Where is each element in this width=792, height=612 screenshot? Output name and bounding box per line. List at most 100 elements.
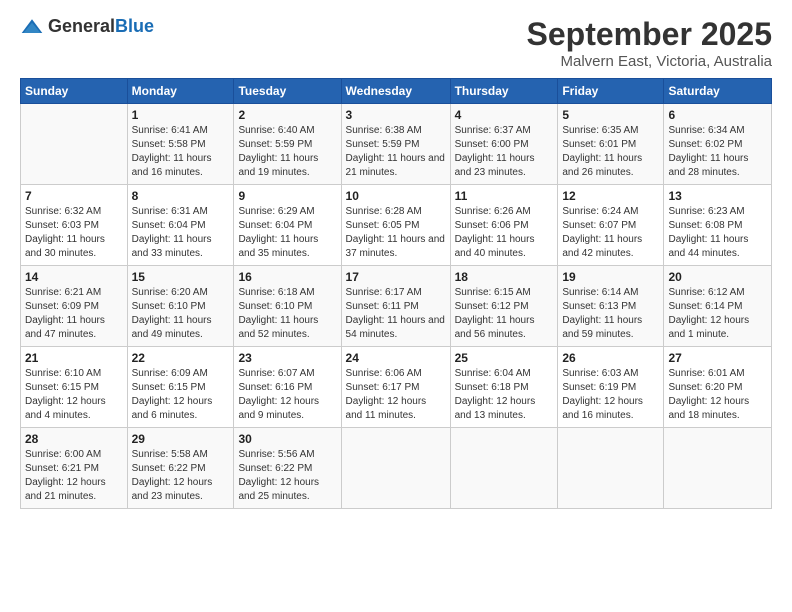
day-info: Sunrise: 6:40 AMSunset: 5:59 PMDaylight:… (238, 124, 336, 180)
day-info: Sunrise: 6:31 AMSunset: 6:04 PMDaylight:… (132, 205, 230, 261)
day-info: Sunrise: 6:03 AMSunset: 6:19 PMDaylight:… (562, 367, 659, 423)
day-info: Sunrise: 6:37 AMSunset: 6:00 PMDaylight:… (455, 124, 554, 180)
day-cell: 26 Sunrise: 6:03 AMSunset: 6:19 PMDayligh… (558, 347, 664, 428)
day-cell: 2 Sunrise: 6:40 AMSunset: 5:59 PMDaylight… (234, 104, 341, 185)
day-cell: 18 Sunrise: 6:15 AMSunset: 6:12 PMDayligh… (450, 266, 558, 347)
day-number: 23 (238, 351, 336, 365)
day-cell: 3Sunrise: 6:38 AMSunset: 5:59 PMDaylight… (341, 104, 450, 185)
day-cell: 28Sunrise: 6:00 AMSunset: 6:21 PMDayligh… (21, 428, 128, 509)
day-number: 27 (668, 351, 767, 365)
logo: GeneralBlue (20, 16, 154, 37)
day-number: 29 (132, 432, 230, 446)
day-info: Sunrise: 6:38 AMSunset: 5:59 PMDaylight:… (346, 124, 446, 180)
day-info: Sunrise: 6:23 AMSunset: 6:08 PMDaylight:… (668, 205, 767, 261)
week-row-0: 1 Sunrise: 6:41 AMSunset: 5:58 PMDaylight… (21, 104, 772, 185)
logo-general: General (48, 16, 115, 36)
day-cell: 5 Sunrise: 6:35 AMSunset: 6:01 PMDaylight… (558, 104, 664, 185)
day-number: 25 (455, 351, 554, 365)
day-cell: 19Sunrise: 6:14 AMSunset: 6:13 PMDayligh… (558, 266, 664, 347)
day-info: Sunrise: 6:35 AMSunset: 6:01 PMDaylight:… (562, 124, 659, 180)
logo-icon (20, 17, 44, 37)
day-cell: 15 Sunrise: 6:20 AMSunset: 6:10 PMDayligh… (127, 266, 234, 347)
day-cell: 12 Sunrise: 6:24 AMSunset: 6:07 PMDayligh… (558, 185, 664, 266)
day-cell: 16 Sunrise: 6:18 AMSunset: 6:10 PMDayligh… (234, 266, 341, 347)
day-cell: 25 Sunrise: 6:04 AMSunset: 6:18 PMDayligh… (450, 347, 558, 428)
weekday-row: SundayMondayTuesdayWednesdayThursdayFrid… (21, 79, 772, 104)
day-number: 15 (132, 270, 230, 284)
day-number: 4 (455, 108, 554, 122)
day-number: 12 (562, 189, 659, 203)
day-info: Sunrise: 6:15 AMSunset: 6:12 PMDaylight:… (455, 286, 554, 342)
day-info: Sunrise: 6:21 AMSunset: 6:09 PMDaylight:… (25, 286, 123, 342)
day-info: Sunrise: 6:32 AMSunset: 6:03 PMDaylight:… (25, 205, 123, 261)
day-cell: 13 Sunrise: 6:23 AMSunset: 6:08 PMDayligh… (664, 185, 772, 266)
day-cell: 1 Sunrise: 6:41 AMSunset: 5:58 PMDaylight… (127, 104, 234, 185)
day-number: 18 (455, 270, 554, 284)
day-number: 14 (25, 270, 123, 284)
weekday-header-thursday: Thursday (450, 79, 558, 104)
weekday-header-friday: Friday (558, 79, 664, 104)
day-cell: 17 Sunrise: 6:17 AMSunset: 6:11 PMDayligh… (341, 266, 450, 347)
day-cell: 8 Sunrise: 6:31 AMSunset: 6:04 PMDaylight… (127, 185, 234, 266)
day-info: Sunrise: 6:26 AMSunset: 6:06 PMDaylight:… (455, 205, 554, 261)
weekday-header-saturday: Saturday (664, 79, 772, 104)
day-cell (21, 104, 128, 185)
day-info: Sunrise: 6:24 AMSunset: 6:07 PMDaylight:… (562, 205, 659, 261)
day-info: Sunrise: 6:10 AMSunset: 6:15 PMDaylight:… (25, 367, 123, 423)
day-number: 7 (25, 189, 123, 203)
day-info: Sunrise: 6:12 AMSunset: 6:14 PMDaylight:… (668, 286, 767, 342)
day-cell: 14 Sunrise: 6:21 AMSunset: 6:09 PMDayligh… (21, 266, 128, 347)
week-row-3: 21Sunrise: 6:10 AMSunset: 6:15 PMDayligh… (21, 347, 772, 428)
calendar-body: 1 Sunrise: 6:41 AMSunset: 5:58 PMDaylight… (21, 104, 772, 509)
day-number: 1 (132, 108, 230, 122)
day-cell: 6Sunrise: 6:34 AMSunset: 6:02 PMDaylight… (664, 104, 772, 185)
day-info: Sunrise: 6:18 AMSunset: 6:10 PMDaylight:… (238, 286, 336, 342)
day-info: Sunrise: 6:17 AMSunset: 6:11 PMDaylight:… (346, 286, 446, 342)
day-cell: 9 Sunrise: 6:29 AMSunset: 6:04 PMDaylight… (234, 185, 341, 266)
day-number: 8 (132, 189, 230, 203)
day-cell: 11 Sunrise: 6:26 AMSunset: 6:06 PMDayligh… (450, 185, 558, 266)
header-area: GeneralBlue September 2025 Malvern East,… (20, 16, 772, 70)
day-number: 10 (346, 189, 446, 203)
day-number: 13 (668, 189, 767, 203)
day-cell (558, 428, 664, 509)
day-info: Sunrise: 6:04 AMSunset: 6:18 PMDaylight:… (455, 367, 554, 423)
day-number: 19 (562, 270, 659, 284)
day-cell: 27 Sunrise: 6:01 AMSunset: 6:20 PMDayligh… (664, 347, 772, 428)
day-cell: 22 Sunrise: 6:09 AMSunset: 6:15 PMDayligh… (127, 347, 234, 428)
weekday-header-monday: Monday (127, 79, 234, 104)
week-row-4: 28Sunrise: 6:00 AMSunset: 6:21 PMDayligh… (21, 428, 772, 509)
day-number: 20 (668, 270, 767, 284)
day-info: Sunrise: 6:06 AMSunset: 6:17 PMDaylight:… (346, 367, 446, 423)
day-number: 22 (132, 351, 230, 365)
day-info: Sunrise: 6:41 AMSunset: 5:58 PMDaylight:… (132, 124, 230, 180)
logo-text: GeneralBlue (48, 16, 154, 37)
day-number: 6 (668, 108, 767, 122)
day-info: Sunrise: 5:56 AMSunset: 6:22 PMDaylight:… (238, 448, 336, 504)
day-cell: 29Sunrise: 5:58 AMSunset: 6:22 PMDayligh… (127, 428, 234, 509)
day-info: Sunrise: 6:01 AMSunset: 6:20 PMDaylight:… (668, 367, 767, 423)
day-number: 24 (346, 351, 446, 365)
weekday-header-wednesday: Wednesday (341, 79, 450, 104)
day-number: 11 (455, 189, 554, 203)
day-number: 5 (562, 108, 659, 122)
day-info: Sunrise: 6:00 AMSunset: 6:21 PMDaylight:… (25, 448, 123, 504)
day-info: Sunrise: 6:20 AMSunset: 6:10 PMDaylight:… (132, 286, 230, 342)
calendar-header: SundayMondayTuesdayWednesdayThursdayFrid… (21, 79, 772, 104)
day-number: 2 (238, 108, 336, 122)
location-title: Malvern East, Victoria, Australia (527, 53, 772, 70)
month-title: September 2025 (527, 16, 772, 53)
day-cell: 21Sunrise: 6:10 AMSunset: 6:15 PMDayligh… (21, 347, 128, 428)
day-number: 17 (346, 270, 446, 284)
day-cell: 7 Sunrise: 6:32 AMSunset: 6:03 PMDaylight… (21, 185, 128, 266)
calendar-table: SundayMondayTuesdayWednesdayThursdayFrid… (20, 78, 772, 509)
day-number: 9 (238, 189, 336, 203)
day-info: Sunrise: 6:09 AMSunset: 6:15 PMDaylight:… (132, 367, 230, 423)
title-area: September 2025 Malvern East, Victoria, A… (527, 16, 772, 70)
weekday-header-tuesday: Tuesday (234, 79, 341, 104)
weekday-header-sunday: Sunday (21, 79, 128, 104)
day-number: 26 (562, 351, 659, 365)
day-info: Sunrise: 6:29 AMSunset: 6:04 PMDaylight:… (238, 205, 336, 261)
day-number: 16 (238, 270, 336, 284)
day-info: Sunrise: 6:07 AMSunset: 6:16 PMDaylight:… (238, 367, 336, 423)
